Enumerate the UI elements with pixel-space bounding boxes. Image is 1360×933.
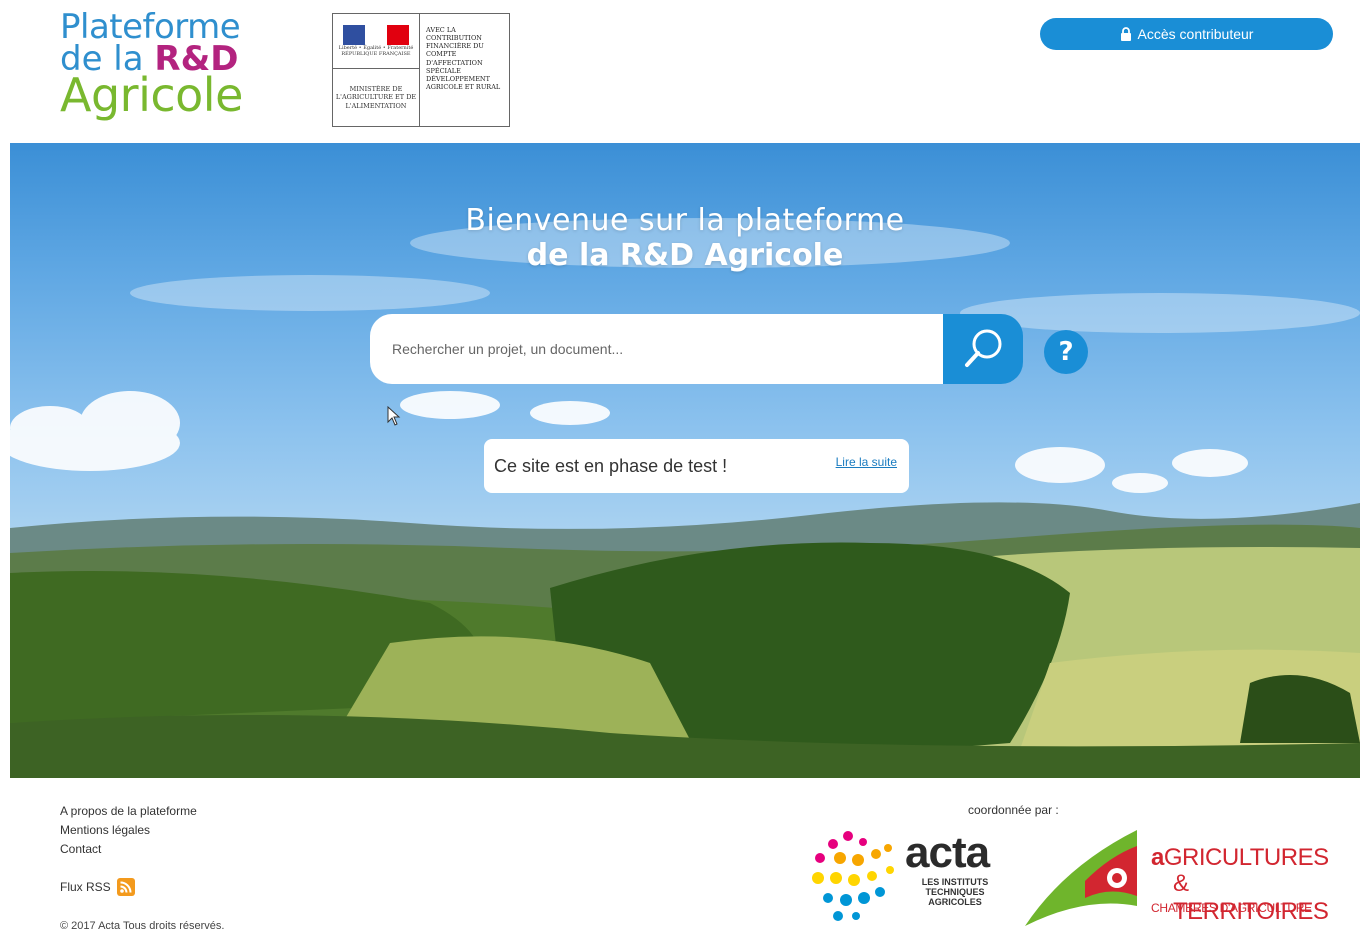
agricultures-territoires-logo[interactable]: aGRICULTURES & TERRITOIRES CHAMBRES D'AG… — [1025, 826, 1335, 928]
site-logo[interactable]: Plateforme de la R&D Agricole — [60, 10, 275, 118]
french-flag-icon — [343, 25, 409, 45]
lock-icon — [1120, 27, 1132, 41]
read-more-link[interactable]: Lire la suite — [836, 455, 897, 469]
copyright: © 2017 Acta Tous droits réservés. — [60, 920, 225, 932]
acta-subtitle: LES INSTITUTS TECHNIQUES AGRICOLES — [921, 877, 989, 907]
search-bar — [370, 314, 1023, 384]
footer-link-contact[interactable]: Contact — [60, 840, 197, 859]
acta-dots-icon — [812, 831, 894, 921]
rss-icon — [116, 878, 135, 896]
chambres-agriculture-emblem-icon — [1025, 830, 1137, 926]
hero-banner: Bienvenue sur la plateforme de la R&D Ag… — [10, 143, 1360, 778]
acta-wordmark: acta — [905, 828, 990, 877]
footer-link-about[interactable]: A propos de la plateforme — [60, 802, 197, 821]
territoires-line-1: aGRICULTURES — [1151, 844, 1329, 871]
acta-logo[interactable]: acta LES INSTITUTS TECHNIQUES AGRICOLES — [808, 828, 1008, 928]
logo-line-3: Agricole — [60, 68, 243, 122]
ministry-logo: Liberté • Égalité • Fraternité RÉPUBLIQU… — [332, 13, 510, 127]
help-button[interactable]: ? — [1044, 330, 1088, 374]
contributor-access-label: Accès contributeur — [1137, 26, 1254, 42]
territoires-line-2: & TERRITOIRES — [1173, 870, 1329, 925]
coordinated-by-label: coordonnée par : — [968, 803, 1059, 817]
ministry-name: MINISTÈRE DE L'AGRICULTURE ET DE L'ALIME… — [335, 85, 417, 110]
marianne-flag: Liberté • Égalité • Fraternité RÉPUBLIQU… — [333, 14, 419, 69]
rss-label: Flux RSS — [60, 880, 111, 894]
test-notice: Ce site est en phase de test ! Lire la s… — [484, 439, 909, 493]
search-input[interactable] — [370, 314, 945, 384]
notice-text: Ce site est en phase de test ! — [494, 455, 728, 476]
funding-text: AVEC LA CONTRIBUTION FINANCIÈRE DU COMPT… — [426, 26, 501, 91]
territoires-line-3: CHAMBRES D'AGRICULTURE — [1151, 901, 1312, 915]
hero-title-line-1: Bienvenue sur la plateforme — [465, 203, 905, 238]
footer-link-legal[interactable]: Mentions légales — [60, 821, 197, 840]
rss-feed-link[interactable]: Flux RSS — [60, 878, 135, 896]
contributor-access-button[interactable]: Accès contributeur — [1040, 18, 1333, 50]
magnifier-icon — [960, 325, 1006, 374]
search-button[interactable] — [943, 314, 1023, 384]
mouse-cursor-icon — [387, 405, 401, 431]
hero-title-line-2: de la R&D Agricole — [526, 238, 844, 273]
footer-links: A propos de la plateforme Mentions légal… — [60, 802, 197, 859]
